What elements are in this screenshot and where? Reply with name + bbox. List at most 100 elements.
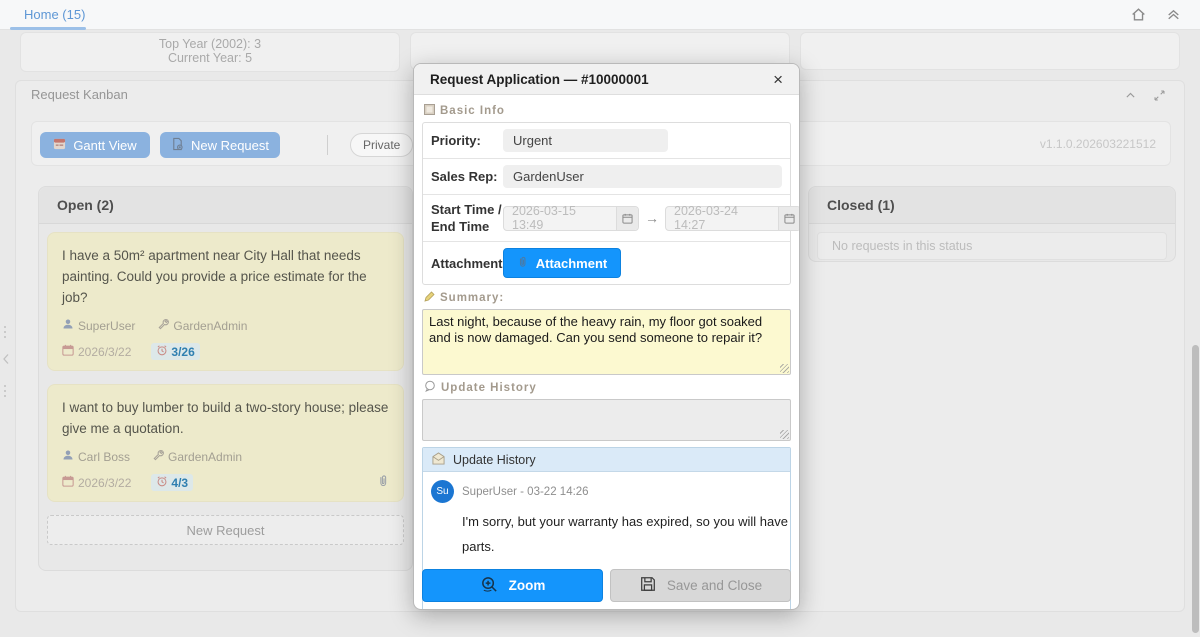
panel-handle-chevron-icon[interactable]	[2, 352, 10, 370]
alarm-icon	[156, 475, 168, 490]
top-year-stat: Top Year (2002): 3	[21, 37, 399, 51]
alarm-icon	[156, 344, 168, 359]
resize-grip[interactable]	[780, 364, 789, 373]
paperclip-icon	[377, 474, 389, 491]
history-entry-meta: SuperUser - 03-22 14:26	[462, 486, 589, 498]
vertical-scrollbar[interactable]	[1192, 345, 1199, 633]
close-icon[interactable]: ×	[769, 69, 787, 90]
end-time-field[interactable]: 2026-03-24 14:27	[665, 206, 800, 231]
zoom-button-label: Zoom	[509, 578, 546, 593]
save-and-close-label: Save and Close	[667, 578, 762, 593]
time-label-line1: Start Time /	[431, 202, 502, 217]
wrench-icon	[157, 318, 169, 333]
collapse-panel-icon[interactable]	[1124, 89, 1137, 107]
calendar-icon	[62, 475, 74, 490]
toolbar-divider	[327, 135, 328, 155]
sales-rep-label: Sales Rep:	[431, 168, 503, 185]
attachment-button-label: Attachment	[536, 256, 608, 271]
stats-panel: Top Year (2002): 3 Current Year: 5	[20, 32, 400, 72]
attachment-button[interactable]: Attachment	[503, 248, 621, 278]
panel-handle-dots-icon[interactable]	[2, 325, 8, 344]
priority-input[interactable]: Urgent	[503, 129, 668, 152]
card-owner: SuperUser	[78, 319, 135, 333]
start-time-value[interactable]: 2026-03-15 13:49	[504, 204, 616, 232]
request-application-modal: Request Application — #10000001 × Basic …	[413, 63, 800, 610]
modal-footer: Zoom Save and Close	[414, 565, 799, 609]
card-text: I have a 50m² apartment near City Hall t…	[62, 245, 389, 308]
user-icon	[62, 318, 74, 333]
current-year-stat: Current Year: 5	[21, 51, 399, 65]
open-column-header: Open (2)	[39, 187, 412, 224]
avatar: Su	[431, 480, 454, 503]
card-text: I want to buy lumber to build a two-stor…	[62, 397, 389, 439]
update-history-bubble-icon	[424, 380, 436, 395]
card-owner: Carl Boss	[78, 450, 130, 464]
version-text: v1.1.0.202603221512	[1040, 137, 1156, 151]
summary-memo-icon	[424, 291, 435, 305]
card-counter-badge: 4/3	[151, 474, 193, 491]
closed-column-header: Closed (1)	[809, 187, 1175, 224]
resize-grip[interactable]	[780, 430, 789, 439]
basic-info-icon	[424, 104, 435, 118]
summary-label: Summary:	[440, 292, 504, 304]
attachment-label: Attachment	[431, 255, 503, 272]
tab-active-underline	[10, 27, 86, 30]
zoom-button[interactable]: Zoom	[422, 569, 603, 602]
panel-title: Request Kanban	[31, 87, 128, 102]
gantt-calendar-icon	[53, 137, 66, 153]
new-request-label: New Request	[191, 138, 269, 153]
summary-textarea[interactable]: Last night, because of the heavy rain, m…	[422, 309, 791, 375]
update-history-label: Update History	[441, 382, 537, 394]
kanban-column-open: Open (2) I have a 50m² apartment near Ci…	[38, 186, 413, 571]
user-icon	[62, 449, 74, 464]
wrench-icon	[152, 449, 164, 464]
column-new-request-label: New Request	[186, 523, 264, 538]
card-counter: 3/26	[171, 345, 194, 359]
tab-home[interactable]: Home (15)	[24, 7, 85, 22]
update-history-envelope-icon	[431, 452, 446, 468]
card-assignee: GardenAdmin	[168, 450, 242, 464]
new-request-button[interactable]: New Request	[160, 132, 280, 158]
stats-panel-right	[800, 32, 1180, 70]
private-filter-button[interactable]: Private	[350, 133, 413, 157]
panel-handle-dots-icon[interactable]	[2, 384, 8, 403]
card-date-text: 2026/3/22	[78, 476, 131, 490]
home-icon[interactable]	[1130, 6, 1147, 23]
kanban-column-closed: Closed (1) No requests in this status	[808, 186, 1176, 262]
card-counter-badge: 3/26	[151, 343, 199, 360]
arrow-right-glyph: →	[645, 210, 659, 226]
update-history-textarea[interactable]	[422, 399, 791, 441]
calendar-picker-icon[interactable]	[616, 207, 638, 230]
closed-empty-placeholder: No requests in this status	[817, 232, 1167, 260]
app-screen: Home (15) Top Year (2002): 3 Current Yea…	[0, 0, 1200, 637]
gantt-view-label: Gantt View	[73, 138, 136, 153]
start-time-field[interactable]: 2026-03-15 13:49	[503, 206, 639, 231]
tab-bar: Home (15)	[0, 0, 1200, 30]
new-request-file-icon	[171, 137, 184, 154]
history-entry-message: I'm sorry, but your warranty has expired…	[462, 509, 790, 559]
card-assignee: GardenAdmin	[173, 319, 247, 333]
collapse-all-icon[interactable]	[1165, 6, 1182, 23]
column-new-request-button[interactable]: New Request	[47, 515, 404, 545]
basic-info-label: Basic Info	[440, 105, 505, 117]
private-label: Private	[363, 138, 400, 152]
save-floppy-icon	[639, 575, 657, 596]
card-date-text: 2026/3/22	[78, 345, 131, 359]
modal-title: Request Application — #10000001	[430, 72, 769, 87]
priority-label: Priority:	[431, 132, 503, 149]
calendar-icon	[62, 344, 74, 359]
basic-info-fieldset: Priority: Urgent Sales Rep: GardenUser S…	[422, 122, 791, 285]
end-time-value[interactable]: 2026-03-24 14:27	[666, 204, 778, 232]
kanban-card[interactable]: I want to buy lumber to build a two-stor…	[47, 384, 404, 502]
expand-panel-icon[interactable]	[1153, 89, 1166, 107]
save-and-close-button[interactable]: Save and Close	[610, 569, 791, 602]
kanban-card[interactable]: I have a 50m² apartment near City Hall t…	[47, 232, 404, 371]
sales-rep-input[interactable]: GardenUser	[503, 165, 782, 188]
calendar-picker-icon[interactable]	[778, 207, 800, 230]
gantt-view-button[interactable]: Gantt View	[40, 132, 150, 158]
attachment-clip-icon	[517, 255, 528, 272]
time-label-line2: End Time	[431, 219, 489, 234]
zoom-magnifier-icon	[480, 575, 499, 597]
summary-text: Last night, because of the heavy rain, m…	[429, 314, 762, 345]
card-counter: 4/3	[171, 476, 188, 490]
